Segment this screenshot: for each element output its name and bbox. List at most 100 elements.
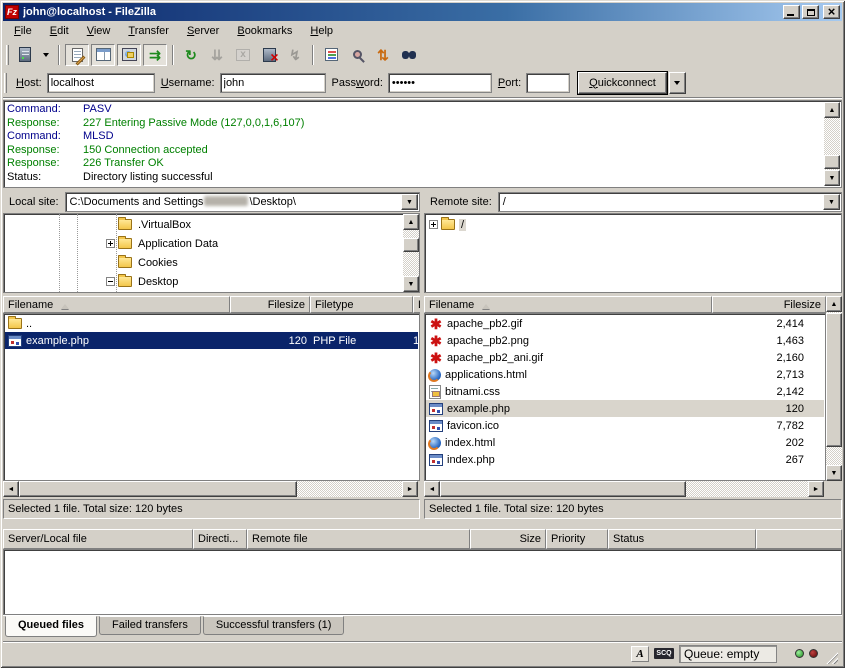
column-header-priority[interactable]: Priority <box>546 529 608 549</box>
local-scroll-left-button[interactable]: ◄ <box>3 481 19 497</box>
menu-item-server[interactable]: Server <box>178 23 228 39</box>
toggle-queue-button[interactable]: ⇉ <box>143 44 167 66</box>
local-tree-scroll-up-button[interactable]: ▲ <box>403 214 419 230</box>
column-header-filesize[interactable]: Filesize <box>712 296 826 313</box>
column-header-blank[interactable] <box>756 529 842 549</box>
local-site-dropdown-button[interactable]: ▼ <box>401 194 418 210</box>
local-scroll-right-button[interactable]: ► <box>402 481 418 497</box>
username-input[interactable] <box>220 73 326 93</box>
toggle-local-tree-button[interactable] <box>91 44 115 66</box>
remote-scroll-down-button[interactable]: ▼ <box>826 465 842 481</box>
local-hscrollbar-thumb[interactable] <box>19 481 297 497</box>
tree-item--virtualbox[interactable]: .VirtualBox <box>106 215 193 234</box>
menu-item-bookmarks[interactable]: Bookmarks <box>228 23 301 39</box>
file-row-apache_pb2-png[interactable]: ✱apache_pb2.png1,463 <box>426 332 824 349</box>
filter-button[interactable] <box>319 44 343 66</box>
column-header-directi-[interactable]: Directi... <box>193 529 247 549</box>
toggle-remote-tree-button[interactable] <box>117 44 141 66</box>
collapse-minus-icon[interactable] <box>106 277 115 286</box>
file-row-apache_pb2-gif[interactable]: ✱apache_pb2.gif2,414 <box>426 315 824 332</box>
log-line-label: Response: <box>7 117 83 131</box>
tree-item-application-data[interactable]: Application Data <box>106 234 220 253</box>
column-header-filesize[interactable]: Filesize <box>230 296 310 313</box>
file-row-index-php[interactable]: index.php267 <box>426 451 824 468</box>
remote-site-combobox[interactable]: / ▼ <box>498 192 842 212</box>
column-header-status[interactable]: Status <box>608 529 756 549</box>
reconnect-button[interactable]: ↯ <box>283 44 307 66</box>
expand-plus-icon[interactable] <box>429 220 438 229</box>
file-row-apache_pb2_ani-gif[interactable]: ✱apache_pb2_ani.gif2,160 <box>426 349 824 366</box>
toggle-message-log-button[interactable] <box>65 44 89 66</box>
menu-item-help[interactable]: Help <box>301 23 342 39</box>
log-scroll-up-button[interactable]: ▲ <box>824 102 840 118</box>
column-header-remote-file[interactable]: Remote file <box>247 529 470 549</box>
resize-grip[interactable] <box>825 651 838 664</box>
log-scrollbar-thumb[interactable] <box>824 155 840 169</box>
remote-vscrollbar[interactable]: ▲ ▼ <box>826 296 842 481</box>
password-input[interactable] <box>388 73 492 93</box>
file-row-bitnami-css[interactable]: bitnami.css2,142 <box>426 383 824 400</box>
remote-scroll-right-button[interactable]: ► <box>808 481 824 497</box>
local-site-combobox[interactable]: C:\Documents and Settings\Desktop\ ▼ <box>65 192 420 212</box>
log-scroll-down-button[interactable]: ▼ <box>824 170 840 186</box>
quickconnect-dropdown-button[interactable] <box>669 72 686 94</box>
tab-successful-transfers-1-[interactable]: Successful transfers (1) <box>203 616 345 635</box>
column-header-filename[interactable]: Filename <box>424 296 712 313</box>
tab-failed-transfers[interactable]: Failed transfers <box>99 616 201 635</box>
local-tree-scrollbar-thumb[interactable] <box>403 238 419 252</box>
sync-browse-button[interactable]: ⇅ <box>371 44 395 66</box>
remote-vscrollbar-thumb[interactable] <box>826 313 842 447</box>
file-row-example-php[interactable]: example.php120PHP File1 <box>5 332 418 349</box>
column-header-server-local-file[interactable]: Server/Local file <box>3 529 193 549</box>
site-manager-button[interactable] <box>13 44 37 66</box>
log-scrollbar[interactable]: ▲ ▼ <box>824 102 840 186</box>
local-tree-scroll-down-button[interactable]: ▼ <box>403 276 419 292</box>
tab-queued-files[interactable]: Queued files <box>5 616 97 637</box>
process-queue-button[interactable]: ⇊ <box>205 44 229 66</box>
log-line-label: Command: <box>7 103 83 117</box>
maximize-button[interactable] <box>802 5 819 19</box>
tree-item-cookies[interactable]: Cookies <box>106 253 180 272</box>
port-input[interactable] <box>526 73 570 93</box>
menu-item-view[interactable]: View <box>78 23 120 39</box>
host-input[interactable] <box>47 73 155 93</box>
column-header-filetype[interactable]: Filetype <box>310 296 413 313</box>
column-header-filename[interactable]: Filename <box>3 296 230 313</box>
quickconnect-button[interactable]: Quickconnect <box>578 72 667 94</box>
remote-site-dropdown-button[interactable]: ▼ <box>823 194 840 210</box>
column-header-l[interactable]: L <box>413 296 420 313</box>
quickconnect-bar: Host: Username: Password: Port: Quickcon… <box>3 68 842 98</box>
expand-plus-icon[interactable] <box>106 239 115 248</box>
remote-site-bar: Remote site: / ▼ <box>424 191 842 213</box>
minimize-button[interactable] <box>783 5 800 19</box>
open-folder-icon <box>441 219 455 230</box>
filesize-cell: 2,142 <box>714 383 807 400</box>
menu-item-file[interactable]: File <box>5 23 41 39</box>
file-row-index-html[interactable]: index.html202 <box>426 434 824 451</box>
remote-scroll-up-button[interactable]: ▲ <box>826 296 842 312</box>
titlebar: Fz john@localhost - FileZilla × <box>3 3 842 21</box>
remote-hscrollbar-thumb[interactable] <box>440 481 686 497</box>
local-tree-scrollbar[interactable]: ▲ ▼ <box>403 214 419 292</box>
menu-item-transfer[interactable]: Transfer <box>119 23 178 39</box>
tree-item-desktop[interactable]: Desktop <box>106 272 180 291</box>
cancel-button[interactable]: x <box>231 44 255 66</box>
file-row--[interactable]: .. <box>5 315 418 332</box>
status-bar: A SCQ Queue: empty <box>3 641 842 664</box>
tree-item-root[interactable]: / <box>429 215 466 234</box>
find-button[interactable] <box>397 44 421 66</box>
column-header-size[interactable]: Size <box>470 529 546 549</box>
disconnect-button[interactable] <box>257 44 281 66</box>
local-hscrollbar[interactable]: ◄ ► <box>3 481 418 497</box>
file-row-applications-html[interactable]: applications.html2,713 <box>426 366 824 383</box>
remote-scroll-left-button[interactable]: ◄ <box>424 481 440 497</box>
refresh-button[interactable]: ↻ <box>179 44 203 66</box>
menu-item-edit[interactable]: Edit <box>41 23 78 39</box>
close-button[interactable]: × <box>823 5 840 19</box>
compare-button[interactable] <box>345 44 369 66</box>
file-row-favicon-ico[interactable]: favicon.ico7,782 <box>426 417 824 434</box>
column-header-label: Filename <box>8 299 53 311</box>
site-manager-dropdown-button[interactable] <box>39 44 53 66</box>
file-row-example-php[interactable]: example.php120 <box>426 400 824 417</box>
remote-hscrollbar[interactable]: ◄ ► <box>424 481 824 497</box>
